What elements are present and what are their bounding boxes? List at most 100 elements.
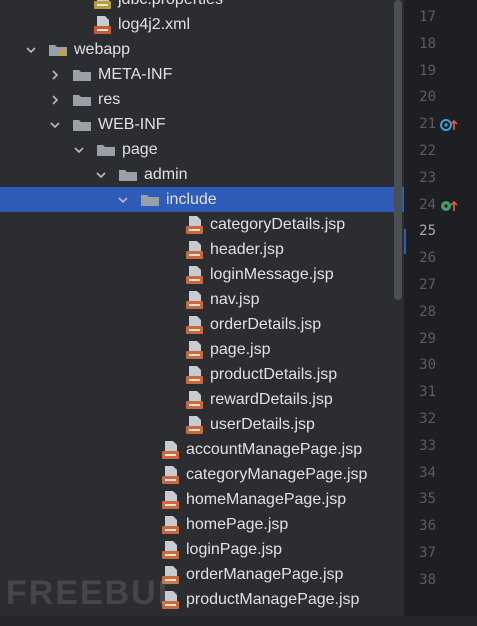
tree-item-loginpage-jsp[interactable]: loginPage.jsp — [0, 537, 404, 562]
folder-icon — [72, 93, 92, 107]
tree-item-label: productDetails.jsp — [210, 365, 338, 383]
tree-item-log4j2-xml[interactable]: log4j2.xml — [0, 12, 404, 37]
chevron-down-icon[interactable] — [116, 193, 130, 207]
line-number: 22 — [419, 143, 436, 159]
jsp-file-icon — [186, 415, 204, 435]
jsp-file-icon — [162, 440, 180, 460]
tree-item-include[interactable]: include — [0, 187, 404, 212]
watermark: FREEBUF — [6, 574, 181, 612]
tree-item-nav-jsp[interactable]: nav.jsp — [0, 287, 404, 312]
tree-item-web-inf[interactable]: WEB-INF — [0, 112, 404, 137]
line-number: 29 — [419, 330, 436, 347]
properties-file-icon — [94, 0, 112, 10]
chevron-right-icon[interactable] — [48, 93, 62, 107]
tree-item-admin[interactable]: admin — [0, 162, 404, 187]
chevron-right-icon[interactable] — [48, 68, 62, 82]
tree-scrollbar[interactable] — [394, 0, 402, 300]
tree-item-homepage-jsp[interactable]: homePage.jsp — [0, 512, 404, 537]
bottom-strip — [0, 616, 477, 626]
tree-item-label: productManagePage.jsp — [186, 590, 360, 608]
jsp-file-icon — [186, 365, 204, 385]
tree-item-page[interactable]: page — [0, 137, 404, 162]
jsp-file-icon — [186, 240, 204, 260]
editor-gutter: 17 18 19 20 21 22 23 24 25 26 27 28 29 30 31 32 33 34 35 36… — [404, 0, 477, 626]
jsp-file-icon — [186, 390, 204, 410]
tree-item-res[interactable]: res — [0, 87, 404, 112]
tree-item-label: header.jsp — [210, 240, 284, 258]
tree-item-webapp[interactable]: webapp — [0, 37, 404, 62]
line-number: 38 — [419, 571, 436, 588]
tree-item-categorymanagepage-jsp[interactable]: categoryManagePage.jsp — [0, 462, 404, 487]
line-number: 23 — [419, 169, 436, 186]
tree-item-accountmanagepage-jsp[interactable]: accountManagePage.jsp — [0, 437, 404, 462]
tree-item-categorydetails-jsp[interactable]: categoryDetails.jsp — [0, 212, 404, 237]
tree-item-label: categoryManagePage.jsp — [186, 465, 368, 483]
jsp-file-icon — [162, 490, 180, 510]
tree-item-label: loginPage.jsp — [186, 540, 283, 558]
project-tree: jdbc.properties log4j2.xml webapp META-INF r… — [0, 0, 404, 626]
line-number: 31 — [419, 384, 436, 401]
chevron-down-icon[interactable] — [94, 168, 108, 182]
tree-item-label: admin — [144, 165, 188, 183]
override-marker-icon[interactable] — [440, 198, 460, 219]
tree-item-label: res — [98, 90, 121, 108]
tree-item-page-jsp[interactable]: page.jsp — [0, 337, 404, 362]
folder-icon — [140, 193, 160, 207]
folder-icon — [118, 168, 138, 182]
tree-item-label: webapp — [74, 40, 131, 58]
line-number: 18 — [419, 35, 436, 52]
line-number: 33 — [419, 437, 436, 454]
tree-item-header-jsp[interactable]: header.jsp — [0, 237, 404, 262]
chevron-down-icon[interactable] — [48, 118, 62, 132]
folder-icon — [72, 118, 92, 132]
editor-caret — [404, 229, 406, 254]
tree-item-label: nav.jsp — [210, 290, 260, 308]
line-number: 24 — [419, 196, 436, 213]
tree-item-meta-inf[interactable]: META-INF — [0, 62, 404, 87]
tree-item-label: homeManagePage.jsp — [186, 490, 347, 508]
line-number: 27 — [419, 277, 436, 293]
line-number: 20 — [419, 89, 436, 106]
line-number: 30 — [419, 357, 436, 374]
tree-item-jdbc-properties[interactable]: jdbc.properties — [0, 0, 404, 12]
jsp-file-icon — [186, 290, 204, 310]
tree-item-label: jdbc.properties — [118, 0, 223, 9]
jsp-file-icon — [186, 265, 204, 285]
tree-item-label: categoryDetails.jsp — [210, 215, 346, 233]
tree-item-homemanagepage-jsp[interactable]: homeManagePage.jsp — [0, 487, 404, 512]
jsp-file-icon — [162, 515, 180, 535]
tree-item-label: orderManagePage.jsp — [186, 565, 344, 583]
chevron-down-icon[interactable] — [24, 43, 38, 57]
tree-item-userdetails-jsp[interactable]: userDetails.jsp — [0, 412, 404, 437]
tree-item-orderdetails-jsp[interactable]: orderDetails.jsp — [0, 312, 404, 337]
tree-item-label: userDetails.jsp — [210, 415, 315, 433]
line-number: 26 — [419, 250, 436, 267]
line-number: 17 — [419, 9, 436, 25]
jsp-file-icon — [162, 540, 180, 560]
tree-item-label: log4j2.xml — [118, 15, 191, 33]
tree-item-label: homePage.jsp — [186, 515, 289, 533]
line-number: 36 — [419, 518, 436, 535]
tree-item-loginmessage-jsp[interactable]: loginMessage.jsp — [0, 262, 404, 287]
jsp-file-icon — [186, 315, 204, 335]
tree-item-label: page — [122, 140, 158, 158]
override-marker-icon[interactable] — [440, 117, 460, 138]
line-number: 25 — [419, 223, 436, 240]
chevron-down-icon[interactable] — [72, 143, 86, 157]
line-number: 32 — [419, 411, 436, 427]
tree-item-label: include — [166, 190, 217, 208]
tree-item-rewarddetails-jsp[interactable]: rewardDetails.jsp — [0, 387, 404, 412]
line-number: 28 — [419, 303, 436, 320]
line-number: 35 — [419, 491, 436, 508]
folder-icon — [72, 68, 92, 82]
tree-item-label: page.jsp — [210, 340, 271, 358]
tree-item-label: rewardDetails.jsp — [210, 390, 333, 408]
tree-item-label: accountManagePage.jsp — [186, 440, 363, 458]
line-number: 37 — [419, 545, 436, 561]
folder-icon — [96, 143, 116, 157]
line-number: 19 — [419, 62, 436, 79]
tree-item-label: loginMessage.jsp — [210, 265, 334, 283]
tree-item-productdetails-jsp[interactable]: productDetails.jsp — [0, 362, 404, 387]
tree-item-label: orderDetails.jsp — [210, 315, 322, 333]
line-number: 34 — [419, 464, 436, 481]
